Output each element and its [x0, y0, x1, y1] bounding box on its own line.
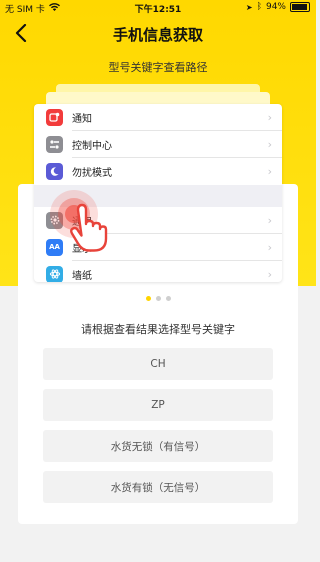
selection-prompt: 请根据查看结果选择型号关键字	[81, 323, 235, 336]
chevron-right-icon: ›	[267, 213, 272, 227]
chevron-right-icon: ›	[267, 164, 272, 178]
carousel-indicator[interactable]	[0, 296, 316, 301]
page-subtitle: 型号关键字查看路径	[108, 61, 208, 74]
chevron-right-icon: ›	[267, 267, 272, 281]
chevron-right-icon: ›	[267, 137, 272, 151]
control-center-icon	[46, 135, 63, 153]
option-zp-button[interactable]: ZP	[43, 389, 273, 421]
settings-row-label: 勿扰模式	[72, 167, 112, 179]
bluetooth-icon: ᛒ	[256, 2, 262, 12]
carousel-dot[interactable]	[165, 296, 171, 301]
carousel-dot[interactable]	[145, 296, 151, 301]
settings-row-do-not-disturb: 勿扰模式 ›	[34, 158, 282, 184]
status-bar: 无 SIM 卡 下午12:51 ➤ ᛒ 94%	[0, 0, 316, 16]
page-title: 手机信息获取	[112, 26, 203, 44]
option-ch-button[interactable]: CH	[43, 348, 273, 380]
location-icon: ➤	[245, 2, 253, 12]
moon-icon	[46, 162, 63, 180]
settings-row-label: 通知	[72, 113, 92, 125]
settings-row-control-center: 控制中心 ›	[34, 131, 282, 157]
battery-icon	[290, 2, 310, 12]
settings-row-label: 控制中心	[72, 140, 112, 152]
settings-row-wallpaper: 墙纸 ›	[34, 261, 282, 282]
option-unlocked-button[interactable]: 水货无锁（有信号）	[43, 430, 273, 462]
nav-bar: 手机信息获取	[0, 18, 316, 48]
option-locked-button[interactable]: 水货有锁（无信号）	[43, 471, 273, 503]
notification-icon	[46, 108, 63, 126]
battery-percent: 94%	[265, 2, 286, 12]
tap-hand-icon	[48, 188, 118, 258]
settings-row-notifications: 通知 ›	[34, 104, 282, 130]
chevron-right-icon: ›	[267, 110, 272, 124]
carousel-dot[interactable]	[155, 296, 161, 301]
wallpaper-icon	[46, 265, 63, 282]
settings-row-label: 墙纸	[72, 270, 92, 282]
chevron-right-icon: ›	[267, 240, 272, 254]
